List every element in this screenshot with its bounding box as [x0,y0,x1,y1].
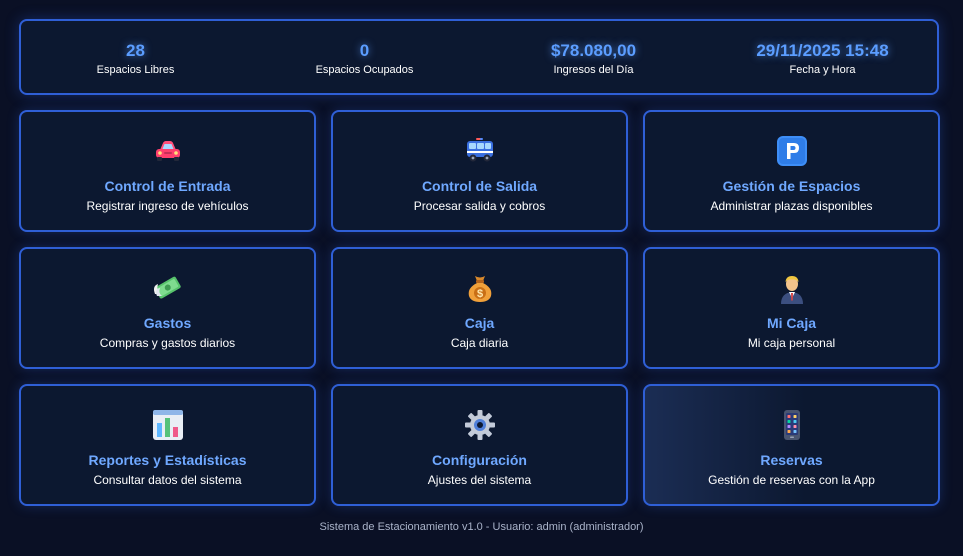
card-caja[interactable]: $ Caja Caja diaria [331,247,628,369]
card-control-salida[interactable]: Control de Salida Procesar salida y cobr… [331,110,628,232]
card-description: Gestión de reservas con la App [708,473,875,487]
money-bag-icon: $ [463,271,497,305]
card-control-entrada[interactable]: Control de Entrada Registrar ingreso de … [19,110,316,232]
card-reportes-estadisticas[interactable]: Reportes y Estadísticas Consultar datos … [19,384,316,506]
stat-ingresos-dia: $78.080,00 Ingresos del Día [479,37,708,77]
card-title: Reportes y Estadísticas [88,452,247,468]
card-description: Compras y gastos diarios [99,336,236,350]
card-description: Consultar datos del sistema [93,473,242,487]
truck-icon [463,134,497,168]
stat-label: Ingresos del Día [553,64,634,76]
bar-chart-icon [151,408,185,442]
card-title: Control de Entrada [104,178,231,194]
mobile-phone-icon [775,408,809,442]
card-title: Mi Caja [766,315,816,331]
card-description: Procesar salida y cobros [413,199,546,213]
parking-icon [775,134,809,168]
money-wings-icon [151,271,185,305]
stat-value: 28 [126,41,145,60]
card-title: Gastos [143,315,192,331]
stat-label: Fecha y Hora [789,64,856,76]
stat-label: Espacios Ocupados [315,64,414,76]
stat-espacios-ocupados: 0 Espacios Ocupados [250,37,479,77]
card-reservas[interactable]: Reservas Gestión de reservas con la App [643,384,940,506]
stat-value: 29/11/2025 15:48 [756,41,889,60]
stat-fecha-hora: 29/11/2025 15:48 Fecha y Hora [708,37,937,77]
stats-bar: 28 Espacios Libres 0 Espacios Ocupados $… [19,19,939,95]
car-icon [151,134,185,168]
card-title: Control de Salida [421,178,538,194]
card-gastos[interactable]: Gastos Compras y gastos diarios [19,247,316,369]
gear-icon [463,408,497,442]
stat-espacios-libres: 28 Espacios Libres [21,37,250,77]
stat-value: $78.080,00 [550,41,637,60]
person-icon [775,271,809,305]
card-title: Gestión de Espacios [722,178,861,194]
footer-status: Sistema de Estacionamiento v1.0 - Usuari… [319,521,644,533]
card-gestion-espacios[interactable]: Gestión de Espacios Administrar plazas d… [643,110,940,232]
menu-grid: Control de Entrada Registrar ingreso de … [19,110,940,506]
card-description: Mi caja personal [747,336,836,350]
stat-label: Espacios Libres [96,64,175,76]
card-description: Caja diaria [450,336,509,350]
svg-text:$: $ [476,288,482,300]
card-title: Configuración [432,452,527,468]
card-description: Registrar ingreso de vehículos [86,199,249,213]
card-title: Reservas [760,452,823,468]
card-configuracion[interactable]: Configuración Ajustes del sistema [331,384,628,506]
card-description: Ajustes del sistema [427,473,532,487]
card-description: Administrar plazas disponibles [710,199,873,213]
stat-value: 0 [359,41,370,60]
card-mi-caja[interactable]: Mi Caja Mi caja personal [643,247,940,369]
card-title: Caja [464,315,495,331]
